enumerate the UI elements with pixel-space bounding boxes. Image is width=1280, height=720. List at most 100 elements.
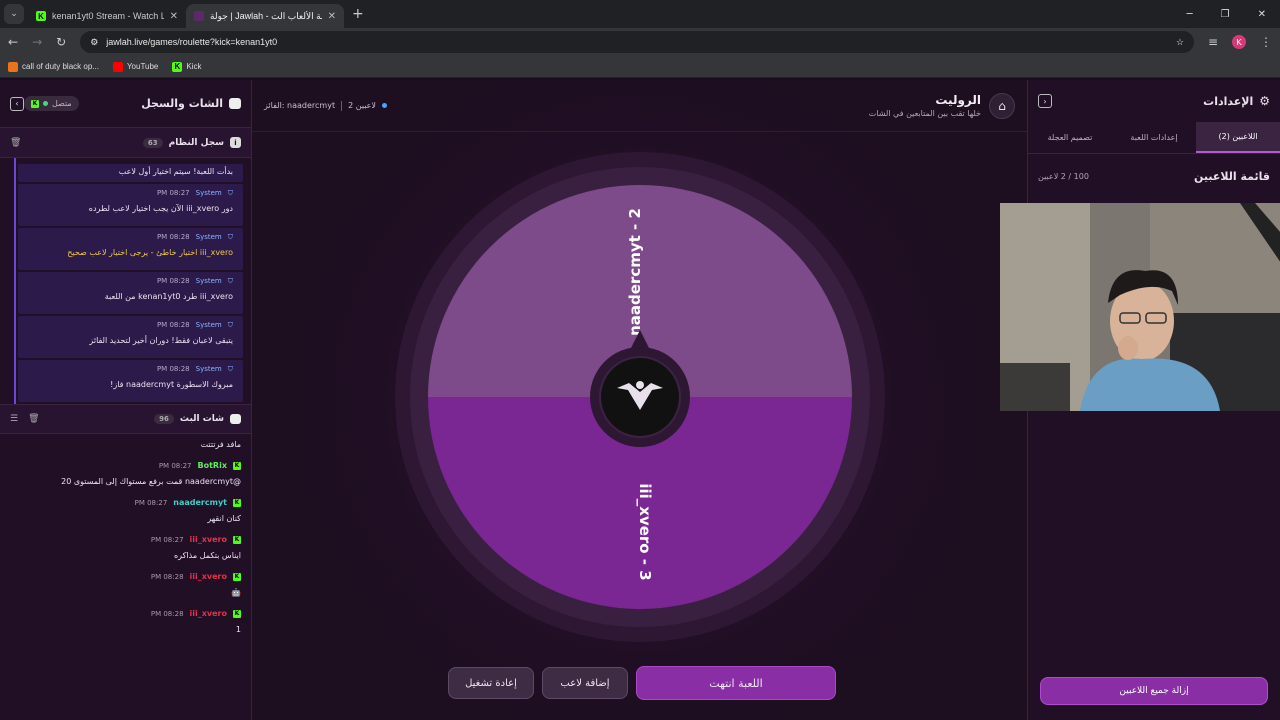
system-message: ⛉ System 08:28 PM مبروك الاسطورة naadercmy…: [18, 360, 243, 402]
live-chat-title: 96 شات البث: [154, 414, 241, 424]
browser-menu-icon[interactable]: ⋮: [1260, 35, 1272, 49]
system-message: ⛉ System 08:28 PM iii_xvero اختيار خاطئ - …: [18, 228, 243, 270]
media-control-icon[interactable]: ≡: [1208, 35, 1218, 49]
tab-game-settings[interactable]: إعدادات اللعبة: [1112, 122, 1196, 153]
message-time: 08:28 PM: [150, 609, 184, 618]
message-text: iii_xvero اختيار خاطئ - يرجى اختيار لاعب…: [67, 248, 233, 257]
sender-name: System: [195, 189, 222, 197]
window-controls: ─ ❐ ✕: [1187, 9, 1280, 28]
kick-icon: K: [233, 461, 241, 470]
kick-icon: K: [233, 535, 241, 544]
bookmark-label: call of duty black op...: [22, 62, 99, 71]
roulette-wheel[interactable]: naadercmyt - 2 iii_xvero - 3: [395, 152, 885, 642]
settings-title-text: الإعدادات: [1203, 94, 1254, 108]
maximize-icon[interactable]: ❐: [1221, 9, 1230, 20]
chat-username[interactable]: iii_xvero: [190, 535, 227, 544]
chat-message: Kiii_xvero 08:28 PM 1: [10, 609, 241, 634]
system-message: ⛉ System 08:28 PM يتبقى لاعبان فقط! دوران …: [18, 316, 243, 358]
bookmark-star-icon[interactable]: ☆: [1176, 37, 1184, 48]
tab-search-menu-button[interactable]: ⌄: [4, 4, 24, 24]
browser-tab-jawlah[interactable]: جولة | Jawlah - منصة الألعاب الت... ✕: [186, 4, 344, 28]
tab-title: kenan1yt0 Stream - Watch Live: [52, 11, 164, 21]
jawlah-favicon-icon: [194, 11, 204, 21]
message-text: يتبقى لاعبان فقط! دوران أخير لتحديد الفا…: [89, 336, 233, 345]
section-title: سجل النظام: [168, 137, 224, 148]
close-window-icon[interactable]: ✕: [1258, 9, 1266, 20]
message-time: 08:27 PM: [134, 498, 168, 507]
site-info-icon[interactable]: ⚙: [90, 37, 98, 48]
back-icon[interactable]: ←: [8, 35, 18, 49]
tab-wheel-design[interactable]: تصميم العجلة: [1028, 122, 1112, 153]
tab-title: جولة | Jawlah - منصة الألعاب الت...: [210, 10, 322, 21]
gear-icon: ⚙: [1259, 94, 1270, 108]
filter-icon[interactable]: ☰: [10, 414, 18, 424]
settings-title: ⚙ الإعدادات: [1203, 94, 1270, 108]
new-tab-icon[interactable]: +: [352, 6, 364, 22]
emote: 🤖: [231, 588, 241, 597]
collapse-panel-icon[interactable]: ‹: [10, 96, 24, 111]
chat-username[interactable]: BotRix: [198, 461, 227, 470]
trash-icon[interactable]: 🗑: [10, 138, 21, 148]
collapse-panel-icon[interactable]: ›: [1038, 94, 1052, 108]
chat-bubble-icon: [229, 98, 241, 109]
divider: [341, 100, 343, 111]
bookmark-item[interactable]: call of duty black op...: [8, 61, 99, 72]
panel-title: الشات والسجل: [141, 97, 241, 110]
message-text: دور iii_xvero الآن يجب اختيار لاعب لطرده: [88, 204, 233, 213]
remove-all-players-button[interactable]: إزالة جميع اللاعبين: [1040, 677, 1268, 705]
profile-avatar[interactable]: K: [1232, 35, 1246, 49]
shield-icon: ⛉: [227, 365, 233, 373]
shield-icon: ⛉: [227, 321, 233, 329]
add-player-button[interactable]: إضافة لاعب: [542, 667, 628, 699]
home-icon[interactable]: ⌂: [989, 92, 1015, 119]
close-tab-icon[interactable]: ✕: [170, 11, 178, 22]
chat-username[interactable]: naadercmyt: [173, 498, 227, 507]
segment-label: iii_xvero - 3: [636, 483, 654, 580]
chat-message: مافد فرتتتت: [10, 440, 241, 449]
address-bar[interactable]: ⚙ jawlah.live/games/roulette?kick=kenan1…: [80, 31, 1194, 53]
sender-name: System: [195, 233, 222, 241]
tab-players[interactable]: اللاعبين (2): [1196, 122, 1280, 153]
live-chat-header: ☰ 🗑 96 شات البث: [0, 404, 251, 434]
game-over-button[interactable]: اللعبة انتهت: [636, 666, 836, 700]
trash-icon[interactable]: 🗑: [28, 414, 39, 424]
game-header: الفائز: naadercmyt 2 لاعبين ⌂ الروليت خل…: [252, 80, 1027, 132]
game-title: الروليت: [935, 93, 981, 107]
sender-name: System: [195, 277, 222, 285]
message-time: 08:27 PM: [150, 535, 184, 544]
youtube-favicon-icon: [112, 61, 123, 72]
kick-icon: K: [233, 572, 241, 581]
bookmark-item[interactable]: K Kick: [172, 61, 202, 72]
live-chat-list: مافد فرتتتت K BotRix 08:27 PM @naadercmyt …: [0, 434, 251, 634]
info-icon: i: [230, 137, 241, 148]
chat-message: Kiii_xvero 08:27 PM ايناس بتكمل مذاكره: [10, 535, 241, 560]
game-status: الفائز: naadercmyt 2 لاعبين: [264, 100, 387, 111]
forward-icon[interactable]: →: [32, 35, 42, 49]
message-text: بدأت اللعبة! سيتم اختيار أول لاعب: [118, 167, 233, 176]
browser-tab-kick[interactable]: K kenan1yt0 Stream - Watch Live ✕: [28, 4, 186, 28]
chat-username[interactable]: iii_xvero: [190, 609, 227, 618]
chat-bubble-icon: [230, 414, 241, 424]
message-text: 1: [235, 625, 241, 634]
chat-username[interactable]: iii_xvero: [190, 572, 227, 581]
shield-icon: ⛉: [227, 189, 233, 197]
settings-header: › ⚙ الإعدادات: [1028, 80, 1280, 122]
kick-icon: K: [233, 609, 241, 618]
settings-panel: › ⚙ الإعدادات تصميم العجلة إعدادات اللعبة…: [1000, 80, 1280, 720]
browser-tab-bar: ⌄ K kenan1yt0 Stream - Watch Live ✕ جولة…: [0, 0, 1280, 28]
replay-button[interactable]: إعادة تشغيل: [448, 667, 534, 699]
connection-label: متصل: [52, 99, 72, 108]
close-tab-icon[interactable]: ✕: [328, 11, 336, 22]
message-time: 08:28 PM: [156, 321, 190, 329]
bookmark-item[interactable]: YouTube: [112, 61, 158, 72]
message-count-badge: 96: [154, 414, 174, 424]
chat-log-panel: ‹ K متصل الشات والسجل 🗑 63 سجل النظام i ب…: [0, 80, 252, 720]
message-text: مافد فرتتتت: [200, 440, 241, 449]
system-message: ⛉ System 08:28 PM iii_xvero طرد kenan1yt0 …: [18, 272, 243, 314]
message-time: 08:28 PM: [156, 233, 190, 241]
settings-tabs: تصميم العجلة إعدادات اللعبة اللاعبين (2): [1028, 122, 1280, 154]
minimize-icon[interactable]: ─: [1187, 9, 1193, 20]
webcam-overlay: [1000, 203, 1280, 411]
reload-icon[interactable]: ↻: [56, 35, 66, 49]
system-log-header: 🗑 63 سجل النظام i: [0, 128, 251, 158]
